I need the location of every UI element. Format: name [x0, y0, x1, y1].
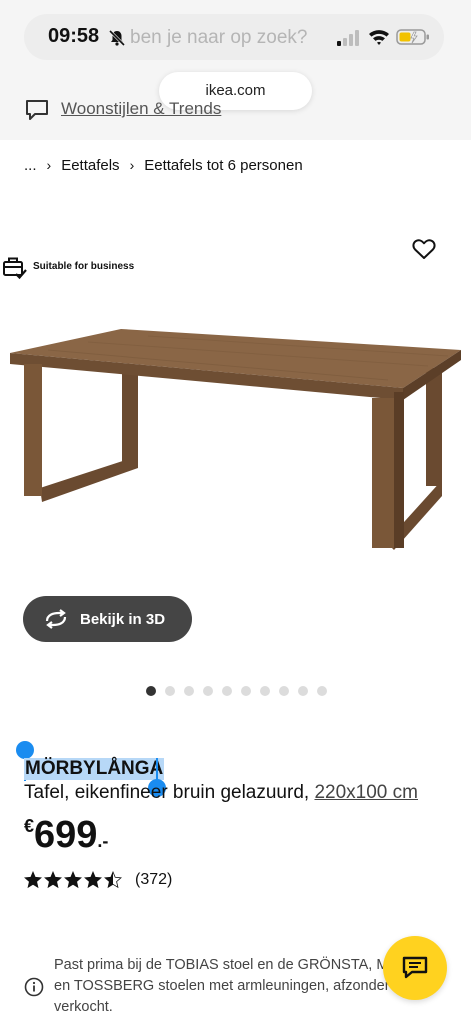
rating-count[interactable]: (372)	[135, 871, 172, 889]
product-description: Tafel, eikenfineer bruin gelazuurd, 220x…	[24, 782, 418, 804]
product-rating[interactable]: (372)	[24, 871, 172, 889]
view-3d-button[interactable]: Bekijk in 3D	[23, 596, 192, 642]
star-icon	[84, 871, 102, 889]
info-note-line: Past prima bij de TOBIAS stoel en de GRÖ…	[54, 957, 399, 973]
breadcrumb-eettafels-6[interactable]: Eettafels tot 6 personen	[144, 157, 302, 174]
breadcrumb-separator: ›	[129, 157, 135, 173]
info-note: Past prima bij de TOBIAS stoel en de GRÖ…	[54, 955, 399, 1018]
carousel-dot[interactable]	[222, 686, 232, 696]
wifi-icon	[369, 30, 389, 45]
view-3d-label: Bekijk in 3D	[80, 610, 166, 628]
breadcrumb-separator: ›	[46, 157, 52, 173]
carousel-dot[interactable]	[165, 686, 175, 696]
star-icon	[44, 871, 62, 889]
product-price: €699.-	[24, 814, 108, 857]
breadcrumb-eettafels[interactable]: Eettafels	[61, 157, 119, 174]
product-image-table[interactable]	[8, 320, 464, 555]
breadcrumb: ... › Eettafels › Eettafels tot 6 person…	[24, 154, 303, 176]
product-size-link[interactable]: 220x100 cm	[314, 782, 418, 803]
price-decimal: .-	[97, 831, 109, 851]
status-time: 09:58	[48, 25, 100, 47]
carousel-dot[interactable]	[298, 686, 308, 696]
star-icon	[64, 871, 82, 889]
briefcase-check-icon	[3, 257, 27, 280]
product-description-text: Tafel, eikenfineer bruin gelazuurd,	[24, 782, 310, 803]
business-label: Suitable for business	[33, 261, 135, 272]
rotate-3d-icon	[45, 609, 67, 629]
chat-bubble-outline-icon	[26, 100, 48, 120]
carousel-dot[interactable]	[260, 686, 270, 696]
info-note-line: verkocht.	[54, 999, 113, 1015]
bell-slash-icon	[108, 29, 126, 47]
battery-icon	[396, 29, 429, 45]
product-name[interactable]: MÖRBYLÅNGA	[24, 758, 165, 780]
chat-bubble-icon	[402, 956, 428, 979]
chat-button[interactable]	[383, 936, 447, 1000]
heart-icon[interactable]	[412, 238, 436, 260]
info-note-line: en TOSSBERG stoelen met armleuningen, af…	[54, 978, 390, 994]
image-carousel-dots[interactable]	[146, 686, 327, 696]
price-integer: 699	[34, 814, 98, 856]
info-icon	[24, 977, 44, 997]
carousel-dot[interactable]	[317, 686, 327, 696]
breadcrumb-ellipsis[interactable]: ...	[24, 157, 37, 174]
rating-stars	[24, 871, 122, 889]
carousel-dot[interactable]	[279, 686, 289, 696]
cellular-signal-icon	[337, 30, 359, 46]
carousel-dot[interactable]	[203, 686, 213, 696]
price-currency: €	[24, 816, 35, 836]
search-placeholder[interactable]: ben je naar op zoek?	[130, 27, 307, 49]
star-icon	[24, 871, 42, 889]
carousel-dot[interactable]	[146, 686, 156, 696]
star-icon	[104, 871, 122, 889]
woonstijlen-link[interactable]: Woonstijlen & Trends	[61, 99, 221, 119]
carousel-dot[interactable]	[184, 686, 194, 696]
carousel-dot[interactable]	[241, 686, 251, 696]
